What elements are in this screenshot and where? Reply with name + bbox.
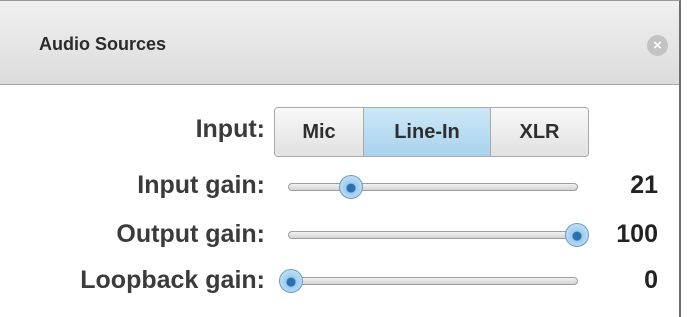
output-gain-slider[interactable]	[288, 223, 589, 247]
input-gain-label: Input gain:	[137, 171, 265, 199]
panel-header: Audio Sources ×	[0, 1, 679, 85]
audio-sources-panel: Audio Sources × Input: Mic Line-In XLR I…	[0, 0, 681, 317]
close-icon[interactable]: ×	[647, 35, 668, 56]
input-option-xlr[interactable]: XLR	[491, 108, 588, 156]
loopback-gain-label: Loopback gain:	[80, 266, 265, 294]
loopback-gain-slider[interactable]	[279, 269, 578, 293]
input-gain-thumb[interactable]	[339, 175, 364, 199]
input-selector: Mic Line-In XLR	[274, 107, 589, 157]
loopback-gain-value: 0	[644, 266, 658, 294]
output-gain-value: 100	[616, 220, 658, 248]
input-label: Input:	[195, 115, 265, 143]
input-option-mic[interactable]: Mic	[275, 108, 364, 156]
input-gain-value: 21	[630, 171, 658, 199]
input-gain-slider[interactable]	[288, 175, 578, 199]
loopback-gain-thumb[interactable]	[279, 269, 303, 293]
output-gain-label: Output gain:	[116, 220, 265, 248]
input-option-line-in[interactable]: Line-In	[364, 108, 491, 156]
panel-title: Audio Sources	[39, 34, 167, 54]
